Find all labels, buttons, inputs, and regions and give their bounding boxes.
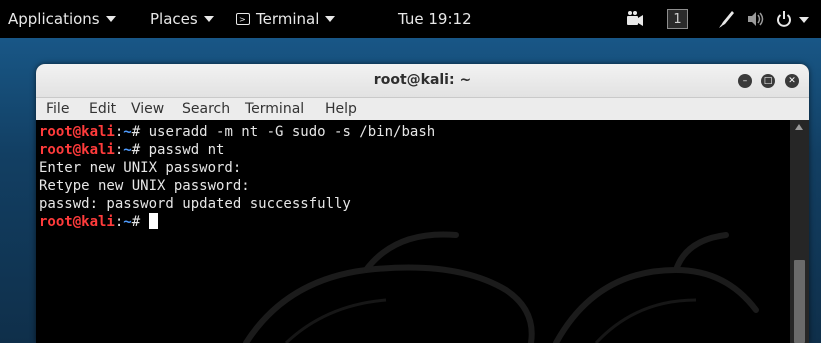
prompt-symbol: # bbox=[131, 124, 149, 140]
chevron-down-icon bbox=[325, 15, 336, 22]
terminal-output-line: Enter new UNIX password: bbox=[39, 160, 242, 176]
scroll-up-icon[interactable] bbox=[795, 124, 803, 130]
terminal-output[interactable]: root@kali:~# useradd -m nt -G sudo -s /b… bbox=[36, 120, 790, 343]
camera-icon bbox=[627, 11, 643, 26]
clock-label: Tue 19:12 bbox=[398, 10, 472, 28]
chevron-down-icon bbox=[105, 15, 116, 22]
power-icon bbox=[777, 11, 791, 27]
prompt-symbol: # bbox=[131, 214, 149, 230]
terminal-icon: > bbox=[236, 12, 250, 25]
terminal-line: root@kali:~# bbox=[39, 213, 158, 231]
clock[interactable]: Tue 19:12 bbox=[398, 0, 472, 38]
menu-view[interactable]: View bbox=[131, 98, 164, 120]
chevron-down-icon bbox=[203, 15, 214, 22]
applications-label: Applications bbox=[8, 10, 100, 28]
terminal-app-menu[interactable]: > Terminal bbox=[236, 0, 336, 38]
window-titlebar[interactable]: root@kali: ~ – □ ✕ bbox=[36, 64, 809, 98]
window-title: root@kali: ~ bbox=[373, 72, 472, 88]
terminal-output-line: Retype new UNIX password: bbox=[39, 178, 250, 194]
terminal-output-line: passwd: password updated successfully bbox=[39, 196, 351, 212]
vertical-scrollbar[interactable] bbox=[790, 120, 809, 343]
places-label: Places bbox=[150, 10, 198, 28]
command-text: useradd -m nt -G sudo -s /bin/bash bbox=[148, 124, 436, 140]
prompt-symbol: # bbox=[131, 142, 149, 158]
prompt-user: root@kali bbox=[39, 214, 115, 230]
terminal-line: root@kali:~# passwd nt bbox=[39, 141, 224, 159]
pen-tool-icon[interactable] bbox=[718, 0, 736, 38]
speaker-icon bbox=[748, 12, 764, 26]
prompt-path: ~ bbox=[123, 142, 132, 158]
video-icon[interactable] bbox=[627, 0, 643, 38]
prompt-path: ~ bbox=[123, 214, 132, 230]
minimize-button[interactable]: – bbox=[738, 74, 752, 88]
menu-bar: File Edit View Search Terminal Help bbox=[36, 98, 809, 120]
maximize-button[interactable]: □ bbox=[761, 74, 775, 88]
menu-file[interactable]: File bbox=[46, 98, 69, 120]
menu-terminal[interactable]: Terminal bbox=[245, 98, 304, 120]
terminal-window: root@kali: ~ – □ ✕ File Edit View Search… bbox=[36, 64, 809, 343]
terminal-line: root@kali:~# useradd -m nt -G sudo -s /b… bbox=[39, 123, 435, 141]
prompt-path: ~ bbox=[123, 124, 132, 140]
terminal-app-label: Terminal bbox=[256, 10, 320, 28]
menu-edit[interactable]: Edit bbox=[89, 98, 116, 120]
prompt-user: root@kali bbox=[39, 124, 115, 140]
places-menu[interactable]: Places bbox=[150, 0, 214, 38]
menu-search[interactable]: Search bbox=[182, 98, 230, 120]
command-text: passwd nt bbox=[148, 142, 225, 158]
text-cursor bbox=[148, 213, 158, 229]
scroll-thumb[interactable] bbox=[794, 260, 805, 343]
applications-menu[interactable]: Applications bbox=[8, 0, 116, 38]
power-menu[interactable] bbox=[776, 0, 809, 38]
top-panel: Applications Places > Terminal Tue 19:12 … bbox=[0, 0, 821, 38]
prompt-user: root@kali bbox=[39, 142, 115, 158]
pen-icon bbox=[719, 11, 734, 28]
workspace-indicator[interactable]: 1 bbox=[667, 9, 688, 29]
chevron-down-icon bbox=[798, 16, 809, 23]
menu-help[interactable]: Help bbox=[325, 98, 357, 120]
close-button[interactable]: ✕ bbox=[785, 74, 799, 88]
volume-icon[interactable] bbox=[746, 0, 766, 38]
